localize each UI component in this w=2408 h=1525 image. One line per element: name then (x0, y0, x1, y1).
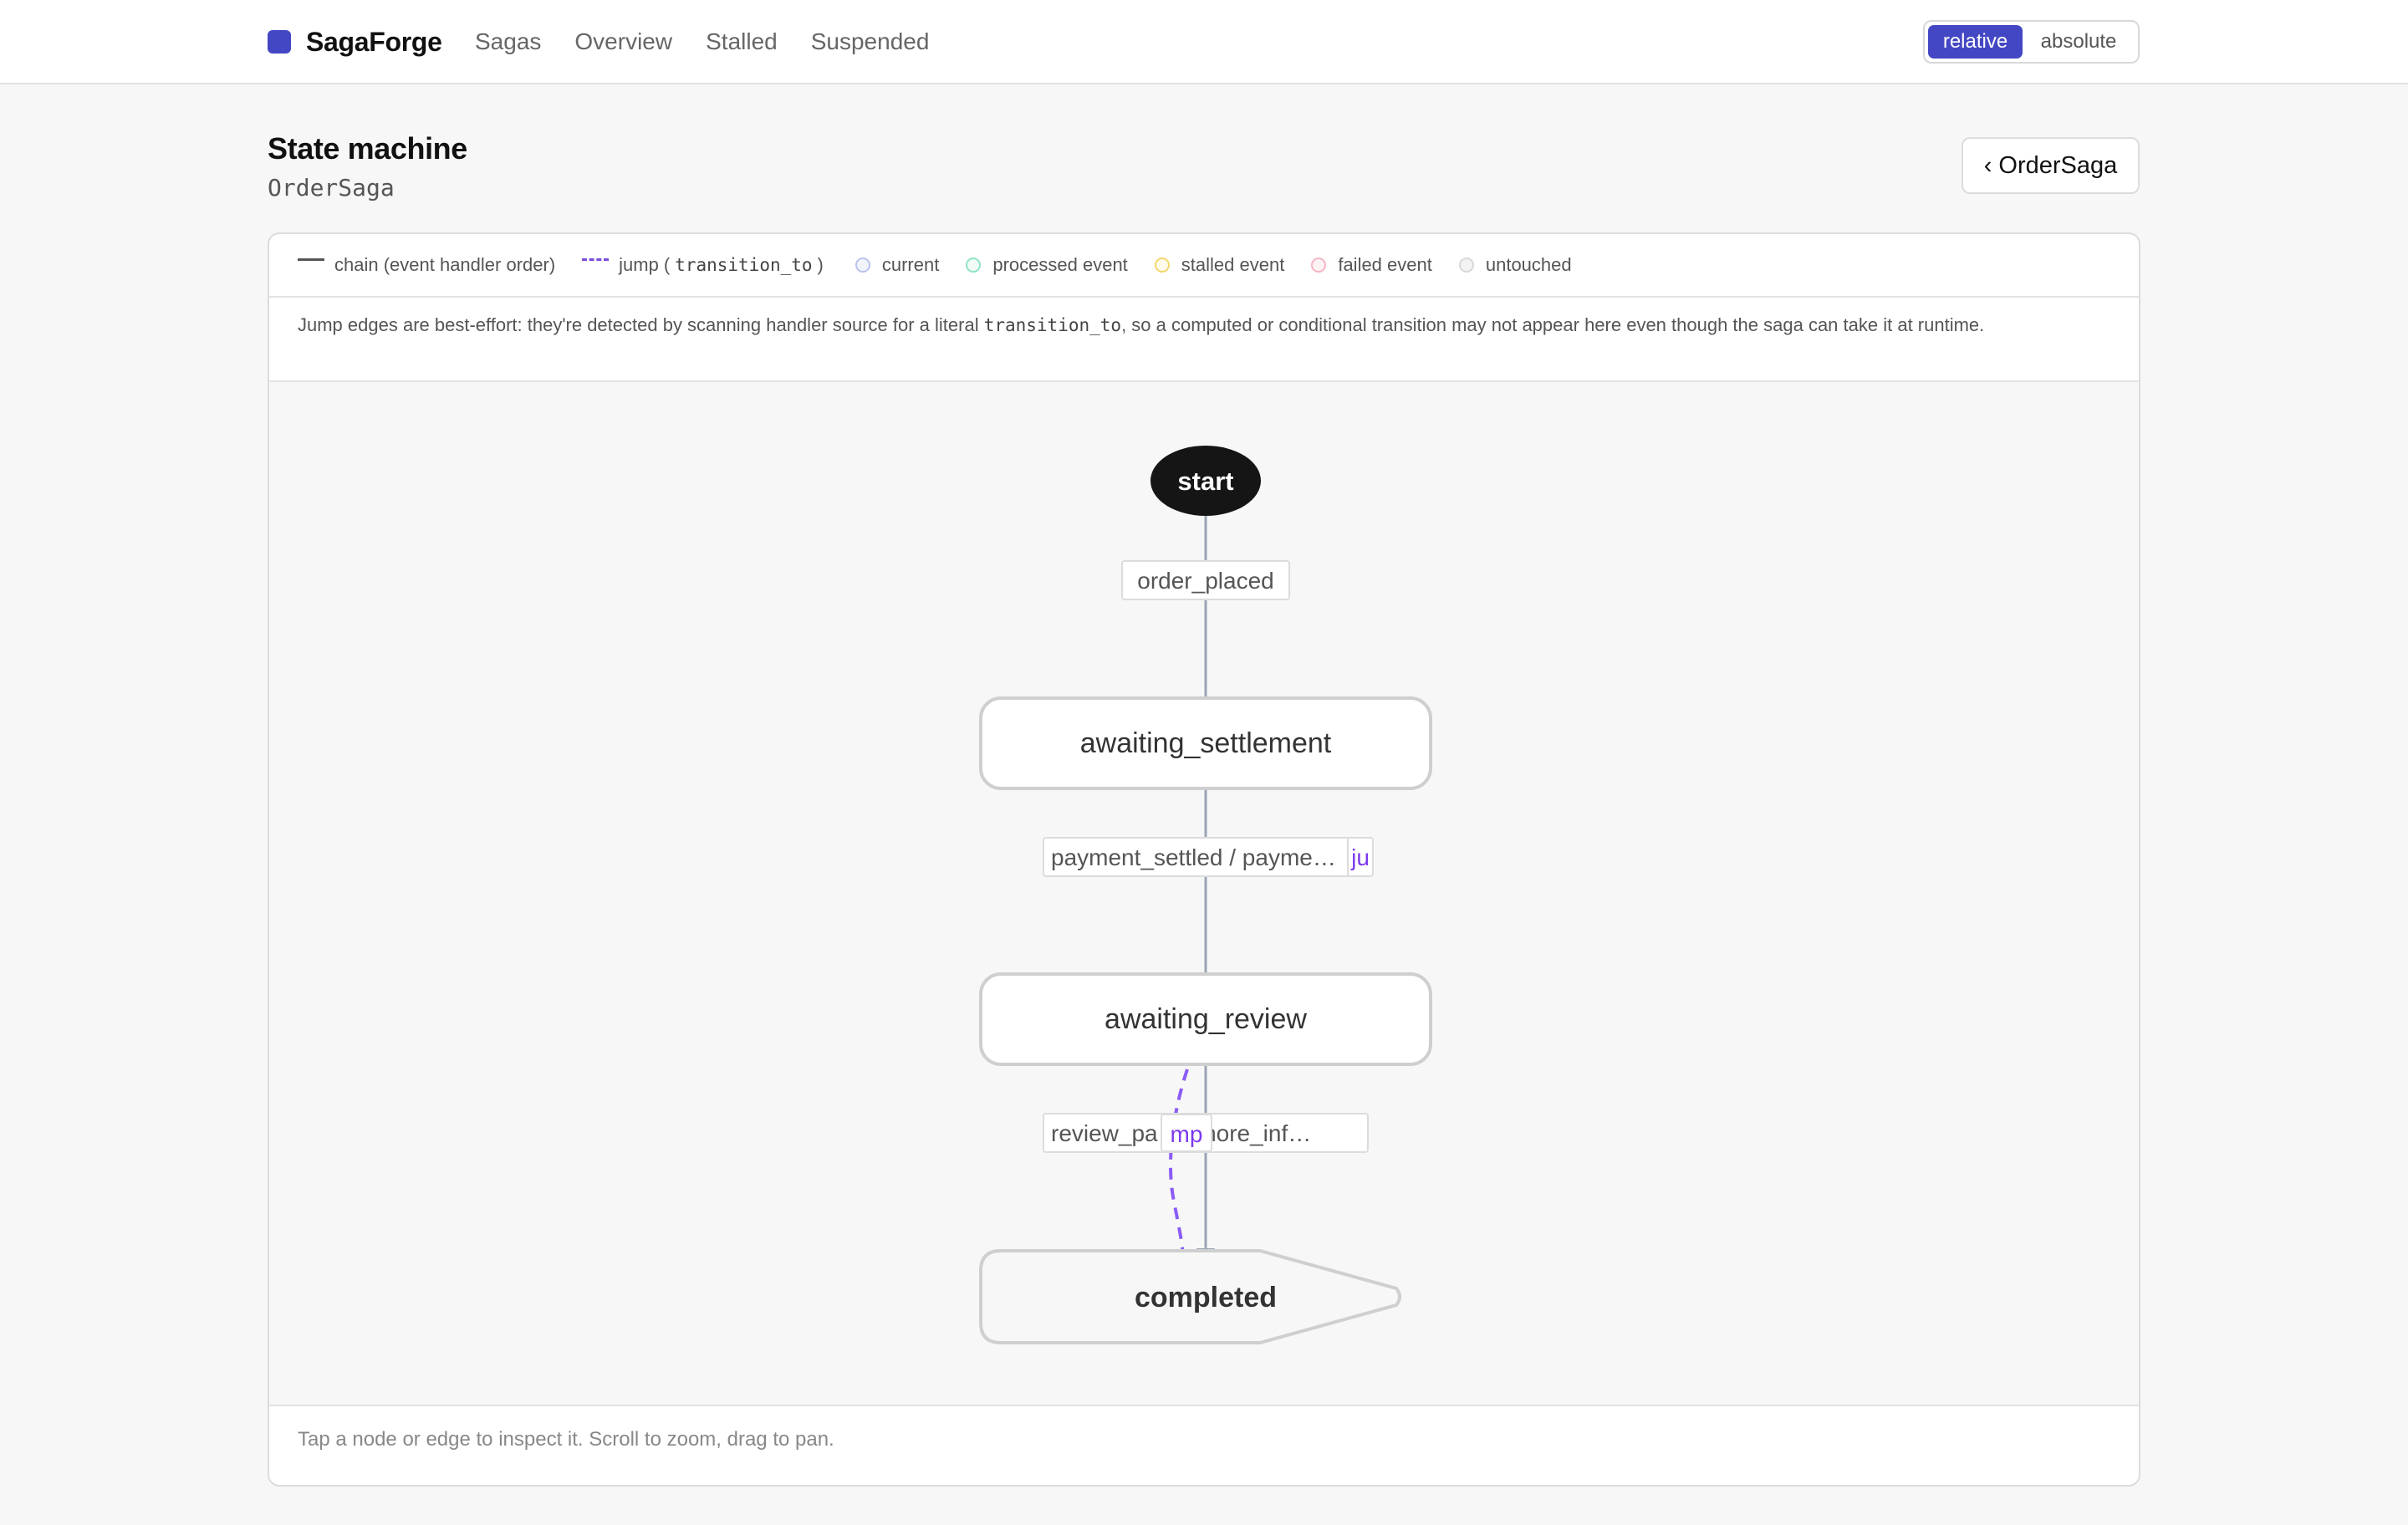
legend-current-label: current (881, 254, 940, 275)
back-button-label: OrderSaga (1998, 151, 2118, 179)
circle-icon (966, 258, 982, 273)
page-title: State machine (268, 131, 467, 166)
toggle-relative-button[interactable]: relative (1928, 25, 2023, 59)
state-machine-card: chain (event handler order) jump ( trans… (268, 232, 2140, 1487)
inspect-hint: Tap a node or edge to inspect it. Scroll… (298, 1428, 834, 1451)
circle-icon (1154, 258, 1170, 273)
svg-text:ju: ju (1350, 844, 1370, 870)
time-format-toggle: relative absolute (1923, 20, 2140, 64)
node-completed-label: completed (1135, 1282, 1277, 1313)
svg-text:payment_settled / payme…: payment_settled / payme… (1051, 844, 1336, 870)
chevron-left-icon: ‹ (1983, 151, 1992, 179)
edge-label-jump[interactable]: ju (1347, 837, 1374, 877)
node-start-label: start (1177, 467, 1233, 496)
node-awaiting-settlement[interactable]: awaiting_settlement (979, 696, 1432, 790)
legend-stalled-label: stalled event (1181, 254, 1285, 275)
svg-text:mp: mp (1171, 1121, 1203, 1147)
node-completed[interactable]: completed (979, 1249, 1401, 1344)
brand[interactable]: SagaForge (268, 27, 442, 57)
nav-item-stalled[interactable]: Stalled (706, 27, 778, 57)
legend-processed: processed event (966, 254, 1128, 276)
node-awaiting-review[interactable]: awaiting_review (979, 972, 1432, 1066)
edge-label-order-placed[interactable]: order_placed (1121, 560, 1290, 600)
legend-stalled: stalled event (1154, 254, 1285, 276)
node-start[interactable]: start (1150, 446, 1261, 516)
saga-name: OrderSaga (268, 174, 395, 201)
legend-jump: jump ( transition_to ) (582, 254, 829, 276)
legend-processed-label: processed event (992, 254, 1128, 275)
legend-jump-label: jump (619, 254, 659, 275)
legend-current: current (855, 254, 939, 276)
legend-jump-code: transition_to (675, 255, 813, 275)
graph-canvas[interactable]: start awaiting_settlement awaiting_revie… (269, 380, 2139, 1406)
main-nav: Sagas Overview Stalled Suspended (475, 27, 962, 57)
svg-text:order_placed: order_placed (1137, 568, 1273, 594)
nav-item-overview[interactable]: Overview (574, 27, 672, 57)
edge-label-payment-settled[interactable]: payment_settled / payme… (1043, 837, 1360, 877)
legend: chain (event handler order) jump ( trans… (269, 234, 2139, 298)
toggle-absolute-button[interactable]: absolute (2023, 25, 2135, 59)
state-graph[interactable]: start awaiting_settlement awaiting_revie… (269, 382, 2140, 1408)
solid-line-icon (298, 258, 324, 261)
legend-failed: failed event (1311, 254, 1432, 276)
circle-icon (1311, 258, 1327, 273)
legend-failed-label: failed event (1338, 254, 1432, 275)
jump-edges-note: Jump edges are best-effort: they're dete… (298, 314, 1985, 335)
back-to-saga-button[interactable]: ‹ OrderSaga (1962, 137, 2140, 194)
circle-icon (855, 258, 870, 273)
nav-item-sagas[interactable]: Sagas (475, 27, 541, 57)
nav-item-suspended[interactable]: Suspended (811, 27, 930, 57)
dashed-line-icon (582, 258, 610, 261)
circle-icon (1458, 258, 1474, 273)
jump-edge-awaiting-review-to-completed[interactable] (1169, 1069, 1189, 1257)
brand-logo-icon (268, 30, 291, 54)
legend-chain-label: chain (event handler order) (334, 254, 556, 275)
legend-chain: chain (event handler order) (298, 254, 555, 276)
brand-name: SagaForge (306, 26, 442, 57)
top-bar: SagaForge Sagas Overview Stalled Suspend… (0, 0, 2408, 84)
node-awaiting-review-label: awaiting_review (1105, 1003, 1307, 1035)
legend-untouched: untouched (1458, 254, 1572, 276)
legend-untouched-label: untouched (1485, 254, 1572, 275)
edge-label-jump[interactable]: mp (1161, 1114, 1212, 1152)
node-awaiting-settlement-label: awaiting_settlement (1080, 727, 1332, 759)
